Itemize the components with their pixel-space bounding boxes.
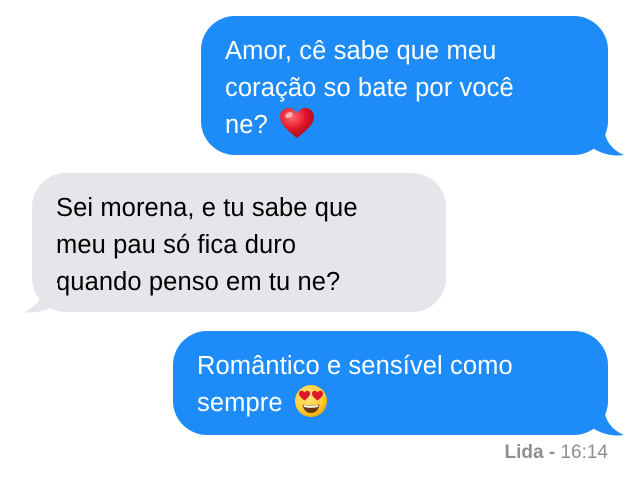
message-status: Lida - 16:14: [505, 442, 609, 464]
message-text-line: quando penso em tu ne?: [56, 268, 341, 296]
message-text-line: meu pau só fica duro: [56, 231, 297, 259]
heart-eyes-face-icon: [294, 385, 327, 418]
bubble-tail-sent: [590, 406, 624, 436]
message-bubble-sent[interactable]: Romântico e sensível como sempre: [173, 331, 608, 435]
message-text-line: Romântico e sensível como: [197, 352, 513, 380]
red-heart-icon: [280, 108, 315, 139]
bubble-tail-received: [24, 283, 58, 313]
message-time: 16:14: [560, 442, 608, 463]
message-text-line: ne?: [225, 111, 268, 139]
status-separator: -: [543, 442, 561, 463]
bubble-tail-sent: [590, 126, 624, 156]
contact-name: Lida: [504, 442, 544, 463]
message-text-line: coração so bate por você: [225, 74, 514, 102]
message-text-line: sempre: [197, 389, 283, 417]
message-bubble-sent[interactable]: Amor, cê sabe que meu coração so bate po…: [201, 16, 608, 155]
message-text-line: Amor, cê sabe que meu: [225, 37, 497, 65]
message-bubble-received[interactable]: Sei morena, e tu sabe que meu pau só fic…: [32, 173, 446, 312]
message-text-line: Sei morena, e tu sabe que: [56, 194, 358, 222]
